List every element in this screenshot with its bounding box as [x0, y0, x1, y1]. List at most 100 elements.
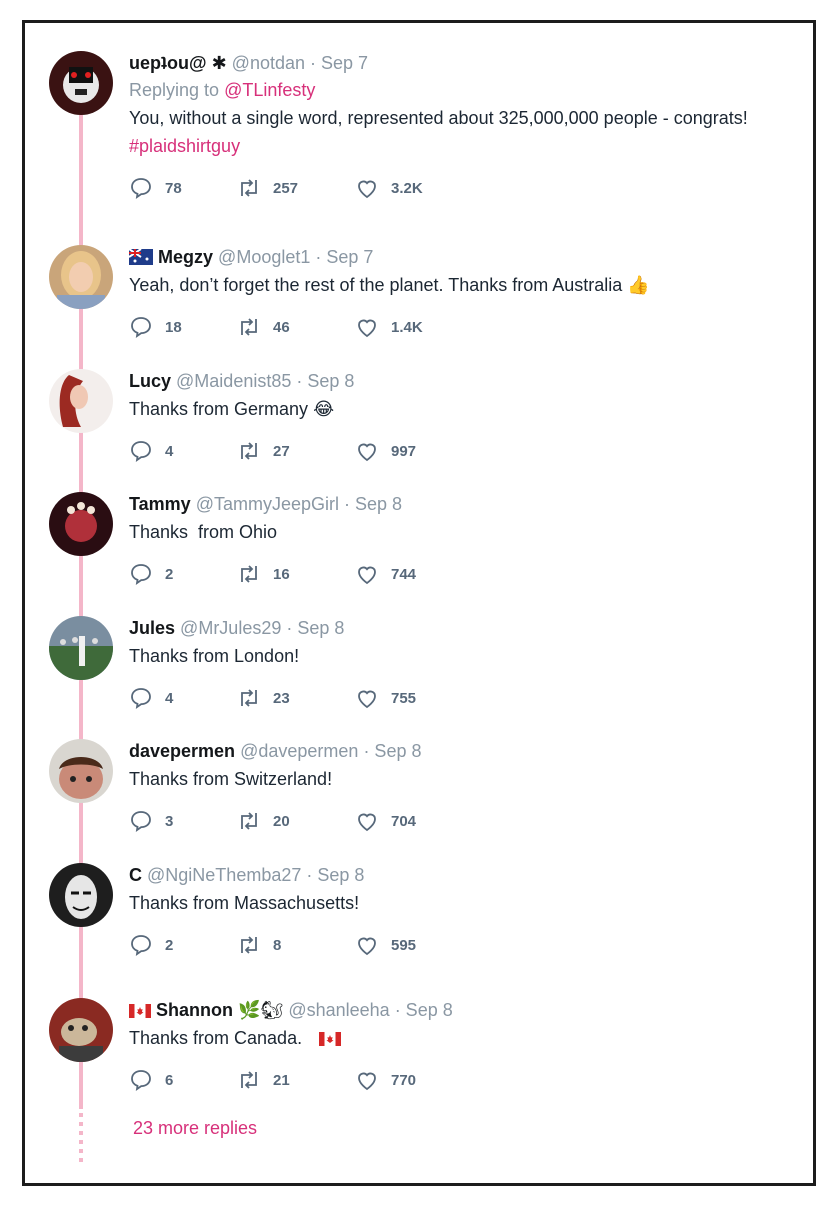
- display-name[interactable]: Shannon: [156, 1000, 233, 1020]
- like-button[interactable]: 744: [355, 562, 416, 586]
- screenshot-frame: uepʇou@ ✱ @notdan · Sep 7 Replying to @T…: [22, 20, 816, 1186]
- reply-count: 18: [165, 318, 182, 336]
- date[interactable]: · Sep 8: [296, 371, 354, 391]
- heart-icon: [358, 566, 376, 585]
- tweet-actions: 4 23 755: [129, 686, 801, 714]
- reply-button[interactable]: 6: [129, 1068, 173, 1092]
- like-count: 744: [391, 565, 417, 583]
- handle[interactable]: @davepermen: [240, 741, 358, 761]
- avatar[interactable]: [49, 739, 113, 803]
- date[interactable]: · Sep 8: [286, 618, 344, 638]
- reply-count: 78: [165, 179, 182, 197]
- display-name[interactable]: Tammy: [129, 494, 191, 514]
- display-name[interactable]: C: [129, 865, 142, 885]
- date[interactable]: · Sep 7: [310, 53, 368, 73]
- like-button[interactable]: 704: [355, 809, 416, 833]
- tweet-text: Thanks from Massachusetts!: [129, 893, 360, 913]
- display-name[interactable]: Jules: [129, 618, 175, 638]
- handle[interactable]: @Maidenist85: [176, 371, 291, 391]
- display-name[interactable]: Lucy: [129, 371, 171, 391]
- retweet-button[interactable]: 20: [237, 809, 290, 833]
- handle[interactable]: @MrJules29: [180, 618, 281, 638]
- tweet-text: Thanks from Switzerland!: [129, 769, 333, 789]
- avatar[interactable]: [49, 369, 113, 433]
- like-count: 770: [391, 1071, 417, 1089]
- reply-count: 4: [165, 442, 174, 460]
- display-name[interactable]: uepʇou@: [129, 53, 207, 73]
- thumbs-up-icon: 👍: [627, 275, 650, 295]
- leaf-squirrel-emoji-icon: 🌿🐿: [238, 1000, 284, 1020]
- avatar[interactable]: [49, 998, 113, 1062]
- reply-button[interactable]: 2: [129, 933, 173, 957]
- replying-to: Replying to @TLinfesty: [129, 80, 316, 100]
- retweet-count: 20: [273, 812, 290, 830]
- like-button[interactable]: 997: [355, 439, 416, 463]
- heart-icon: [358, 180, 376, 199]
- retweet-button[interactable]: 21: [237, 1068, 290, 1092]
- retweet-button[interactable]: 27: [237, 439, 290, 463]
- thread-line-dotted: [79, 1113, 83, 1163]
- avatar[interactable]: [49, 616, 113, 680]
- retweet-button[interactable]: 46: [237, 315, 290, 339]
- retweet-button[interactable]: 8: [237, 933, 281, 957]
- retweet-count: 27: [273, 442, 290, 460]
- avatar[interactable]: [49, 51, 113, 115]
- avatar[interactable]: [49, 245, 113, 309]
- retweet-button[interactable]: 16: [237, 562, 290, 586]
- retweet-count: 8: [273, 936, 282, 954]
- reply-button[interactable]: 78: [129, 176, 182, 200]
- hashtag-link[interactable]: #plaidshirtguy: [129, 136, 240, 156]
- like-count: 755: [391, 689, 417, 707]
- tweet-header: Shannon 🌿🐿 @shanleeha · Sep 8: [129, 998, 801, 1022]
- like-button[interactable]: 770: [355, 1068, 416, 1092]
- reply-button[interactable]: 4: [129, 439, 173, 463]
- handle[interactable]: @TammyJeepGirl: [196, 494, 339, 514]
- retweet-count: 23: [273, 689, 290, 707]
- tweet-actions: 3 20 704: [129, 809, 801, 837]
- mention-link[interactable]: @TLinfesty: [224, 80, 315, 100]
- tweet-text: Thanks from London!: [129, 646, 300, 666]
- retweet-count: 21: [273, 1071, 290, 1089]
- tweet-text: Yeah, don’t forget the rest of the plane…: [129, 275, 650, 295]
- like-count: 704: [391, 812, 417, 830]
- date[interactable]: · Sep 8: [306, 865, 364, 885]
- tweet-text: Thanks from Ohio: [129, 522, 278, 542]
- retweet-icon: [241, 179, 257, 197]
- tweet-actions: 2 16 744: [129, 562, 801, 590]
- like-button[interactable]: 755: [355, 686, 416, 710]
- date[interactable]: · Sep 8: [363, 741, 421, 761]
- reply-count: 4: [165, 689, 174, 707]
- retweet-icon: [241, 565, 257, 583]
- retweet-count: 46: [273, 318, 290, 336]
- date[interactable]: · Sep 7: [315, 247, 373, 267]
- handle[interactable]: @Mooglet1: [218, 247, 310, 267]
- avatar[interactable]: [49, 492, 113, 556]
- reply-button[interactable]: 18: [129, 315, 182, 339]
- reply-icon: [131, 935, 151, 956]
- retweet-icon: [241, 812, 257, 830]
- tweet-actions: 78 257 3.2K: [129, 176, 801, 204]
- reply-count: 2: [165, 565, 174, 583]
- tweet-actions: 6 21 770: [129, 1068, 801, 1096]
- like-button[interactable]: 1.4K: [355, 315, 423, 339]
- reply-button[interactable]: 3: [129, 809, 173, 833]
- reply-button[interactable]: 2: [129, 562, 173, 586]
- handle[interactable]: @NgiNeThemba27: [147, 865, 301, 885]
- tweet-text: Thanks from Germany 😂: [129, 399, 335, 419]
- handle[interactable]: @shanleeha: [288, 1000, 389, 1020]
- retweet-button[interactable]: 23: [237, 686, 290, 710]
- reply-icon: [131, 564, 151, 585]
- display-name[interactable]: Megzy: [158, 247, 213, 267]
- handle[interactable]: @notdan: [232, 53, 305, 73]
- date[interactable]: · Sep 8: [395, 1000, 453, 1020]
- like-button[interactable]: 3.2K: [355, 176, 423, 200]
- like-button[interactable]: 595: [355, 933, 416, 957]
- avatar[interactable]: [49, 863, 113, 927]
- display-name[interactable]: davepermen: [129, 741, 235, 761]
- retweet-button[interactable]: 257: [237, 176, 298, 200]
- date[interactable]: · Sep 8: [344, 494, 402, 514]
- more-replies-link[interactable]: 23 more replies: [133, 1118, 257, 1139]
- tweet-header: Tammy @TammyJeepGirl · Sep 8: [129, 492, 801, 516]
- canada-flag-icon: [129, 1004, 151, 1018]
- reply-button[interactable]: 4: [129, 686, 173, 710]
